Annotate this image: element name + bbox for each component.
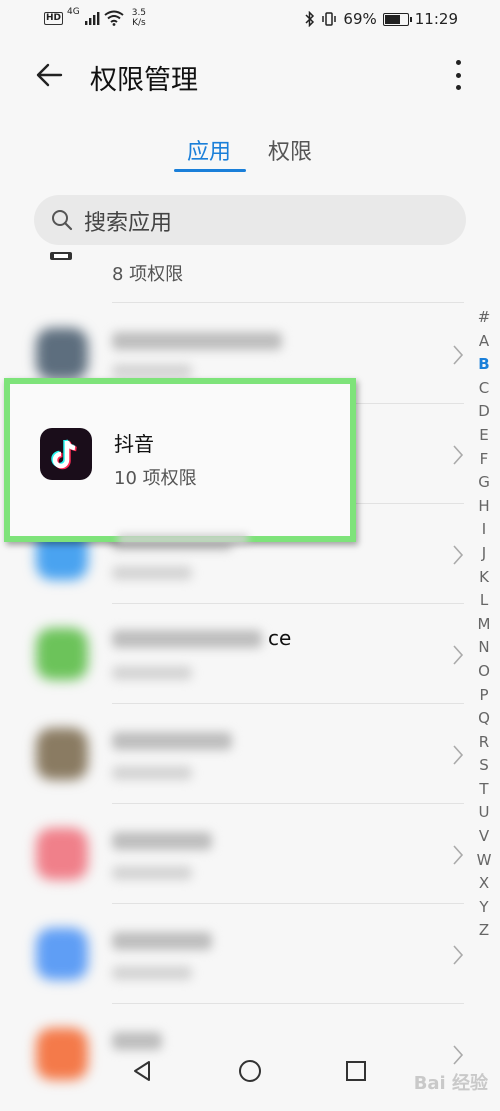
index-letter[interactable]: J [472, 542, 496, 566]
wifi-icon [104, 10, 124, 26]
list-item[interactable]: ce [0, 604, 470, 704]
app-header: 权限管理 [0, 48, 500, 104]
index-letter[interactable]: Q [472, 707, 496, 731]
app-icon [36, 728, 88, 780]
list-item[interactable] [0, 704, 470, 804]
hd-badge: HD [44, 11, 64, 25]
index-letter[interactable]: H [472, 495, 496, 519]
battery-icon [382, 12, 412, 26]
index-letter[interactable]: P [472, 684, 496, 708]
network-speed: 3.5 K/s [132, 8, 146, 28]
next-item-preview [118, 534, 248, 544]
index-letter[interactable]: F [472, 448, 496, 472]
active-tab-indicator [174, 169, 246, 172]
alphabet-index[interactable]: # A B C D E F G H I J K L M N O P Q R S T U V W X Y Z [472, 306, 496, 943]
index-letter[interactable]: R [472, 731, 496, 755]
highlighted-list-item[interactable]: 抖音 10 项权限 [4, 378, 356, 544]
battery-fill [384, 14, 401, 24]
speed-value: 3.5 [131, 8, 147, 18]
list-item[interactable] [0, 904, 470, 1004]
nav-recents-icon[interactable] [344, 1059, 368, 1083]
index-letter[interactable]: A [472, 330, 496, 354]
chevron-right-icon [453, 345, 464, 365]
vibrate-icon [322, 12, 337, 26]
list-item[interactable]: 8 项权限 [0, 250, 470, 304]
permission-count [112, 766, 192, 780]
more-options-icon[interactable] [448, 60, 468, 90]
chevron-right-icon [453, 445, 464, 465]
divider [112, 302, 464, 303]
status-bar-right: 69% 11:29 [305, 10, 458, 28]
chevron-right-icon [453, 545, 464, 565]
app-name: 抖音 [114, 432, 154, 456]
bluetooth-icon [305, 11, 315, 27]
back-arrow-icon[interactable] [34, 60, 64, 90]
permission-count [112, 566, 192, 580]
chevron-right-icon [453, 645, 464, 665]
network-type: 4G [67, 7, 80, 17]
index-letter[interactable]: X [472, 872, 496, 896]
status-bar: HD 4G 3.5 K/s 69% 11:29 [0, 0, 500, 40]
permission-count: 8 项权限 [112, 264, 184, 285]
app-icon [36, 328, 88, 380]
app-name-fragment: ce [268, 626, 292, 650]
nav-home-icon[interactable] [238, 1059, 262, 1083]
app-icon [36, 628, 88, 680]
index-letter[interactable]: K [472, 566, 496, 590]
tab-bar: 应用 权限 [0, 130, 500, 174]
index-letter[interactable]: # [472, 306, 496, 330]
list-item[interactable] [0, 804, 470, 904]
index-letter[interactable]: W [472, 849, 496, 873]
index-letter[interactable]: O [472, 660, 496, 684]
index-letter[interactable]: L [472, 589, 496, 613]
chevron-right-icon [453, 845, 464, 865]
index-letter[interactable]: C [472, 377, 496, 401]
app-name [112, 332, 282, 350]
index-letter[interactable]: T [472, 778, 496, 802]
permission-count [112, 666, 192, 680]
music-note-icon [51, 439, 77, 470]
chevron-right-icon [453, 745, 464, 765]
app-icon [36, 928, 88, 980]
index-letter[interactable]: E [472, 424, 496, 448]
tab-apps[interactable]: 应用 [187, 134, 231, 166]
app-name [112, 630, 262, 648]
page-title: 权限管理 [90, 65, 198, 96]
clock: 11:29 [414, 10, 458, 28]
app-name [112, 732, 232, 750]
douyin-app-icon [40, 428, 92, 480]
index-letter[interactable]: S [472, 754, 496, 778]
speed-unit: K/s [132, 18, 146, 28]
permission-count [112, 966, 192, 980]
status-bar-left: HD 4G 3.5 K/s [44, 7, 146, 28]
search-icon [52, 210, 73, 231]
index-letter[interactable]: I [472, 518, 496, 542]
permission-count [112, 866, 192, 880]
chevron-right-icon [453, 945, 464, 965]
signal-icon [84, 12, 100, 25]
index-letter[interactable]: G [472, 471, 496, 495]
index-letter[interactable]: V [472, 825, 496, 849]
tab-permissions[interactable]: 权限 [268, 134, 312, 166]
search-placeholder: 搜索应用 [84, 211, 173, 236]
battery-percent: 69% [343, 10, 377, 28]
permission-count [112, 364, 192, 378]
watermark: Bai 经验 [413, 1073, 488, 1094]
app-name [112, 932, 212, 950]
permission-count: 10 项权限 [114, 468, 197, 489]
app-icon [50, 252, 72, 260]
app-icon [36, 828, 88, 880]
index-letter[interactable]: N [472, 636, 496, 660]
system-nav-bar: Bai 经验 [0, 1041, 500, 1111]
index-letter[interactable]: B [472, 353, 496, 377]
index-letter[interactable]: Z [472, 919, 496, 943]
index-letter[interactable]: M [472, 613, 496, 637]
index-letter[interactable]: D [472, 400, 496, 424]
search-bar[interactable]: 搜索应用 [34, 195, 466, 245]
index-letter[interactable]: Y [472, 896, 496, 920]
nav-back-icon[interactable] [130, 1059, 154, 1083]
index-letter[interactable]: U [472, 801, 496, 825]
app-name [112, 832, 212, 850]
